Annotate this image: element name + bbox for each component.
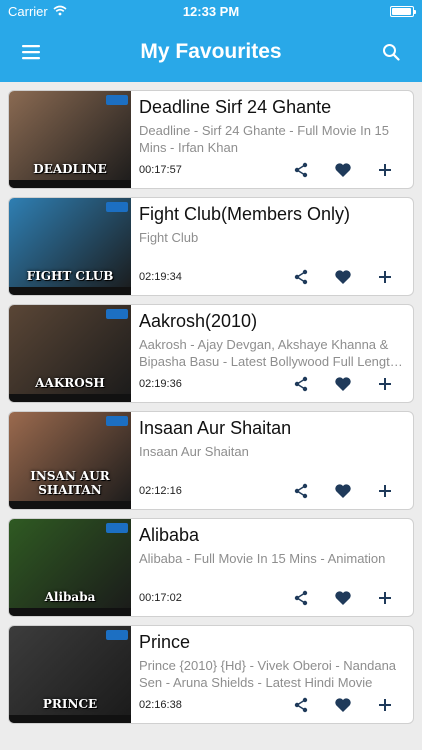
video-thumbnail[interactable]: FIGHT CLUB xyxy=(9,198,131,295)
thumbnail-title: PRINCE xyxy=(42,697,98,711)
item-actions xyxy=(291,374,405,394)
heart-icon[interactable] xyxy=(333,588,353,608)
item-meta: 02:16:38 xyxy=(139,695,405,715)
plus-icon[interactable] xyxy=(375,695,395,715)
hamburger-menu-icon[interactable] xyxy=(16,37,46,67)
list-item[interactable]: PRINCE Prince Prince {2010} {Hd} - Vivek O… xyxy=(8,625,414,724)
item-info: Fight Club(Members Only) Fight Club 02:19:… xyxy=(131,198,413,295)
thumbnail-title: Alibaba xyxy=(44,590,96,604)
share-icon[interactable] xyxy=(291,160,311,180)
thumbnail-bar xyxy=(9,715,131,723)
list-item[interactable]: DEADLINE Deadline Sirf 24 Ghante Deadline … xyxy=(8,90,414,189)
list-item[interactable]: AAKROSH Aakrosh(2010) Aakrosh - Ajay Devga… xyxy=(8,304,414,403)
item-info: Alibaba Alibaba - Full Movie In 15 Mins -… xyxy=(131,519,413,616)
channel-badge-icon xyxy=(106,202,128,212)
plus-icon[interactable] xyxy=(375,588,395,608)
heart-icon[interactable] xyxy=(333,374,353,394)
item-duration: 02:19:34 xyxy=(139,271,182,283)
item-title[interactable]: Alibaba xyxy=(139,524,405,546)
list-item[interactable]: Alibaba Alibaba Alibaba - Full Movie In 15… xyxy=(8,518,414,617)
item-duration: 02:12:16 xyxy=(139,485,182,497)
thumbnail-title: FIGHT CLUB xyxy=(26,269,114,283)
carrier-label: Carrier xyxy=(8,3,48,19)
item-title[interactable]: Prince xyxy=(139,631,405,653)
list-item[interactable]: INSAN AUR SHAITAN Insaan Aur Shaitan Insaa… xyxy=(8,411,414,510)
wifi-icon xyxy=(53,4,67,19)
item-description: Aakrosh - Ajay Devgan, Akshaye Khanna & … xyxy=(139,337,397,369)
video-thumbnail[interactable]: AAKROSH xyxy=(9,305,131,402)
item-description: Alibaba - Full Movie In 15 Mins - Animat… xyxy=(139,551,386,566)
item-title[interactable]: Deadline Sirf 24 Ghante xyxy=(139,96,405,118)
thumbnail-title: AAKROSH xyxy=(35,376,105,390)
share-icon[interactable] xyxy=(291,588,311,608)
favourites-list: DEADLINE Deadline Sirf 24 Ghante Deadline … xyxy=(0,82,422,724)
item-duration: 00:17:57 xyxy=(139,164,182,176)
channel-badge-icon xyxy=(106,416,128,426)
status-left: Carrier xyxy=(8,4,67,19)
item-actions xyxy=(291,160,405,180)
video-thumbnail[interactable]: Alibaba xyxy=(9,519,131,616)
item-info: Insaan Aur Shaitan Insaan Aur Shaitan 02:1… xyxy=(131,412,413,509)
item-actions xyxy=(291,695,405,715)
item-meta: 02:19:36 xyxy=(139,374,405,394)
item-info: Deadline Sirf 24 Ghante Deadline - Sirf 2… xyxy=(131,91,413,188)
page-title: My Favourites xyxy=(140,40,282,63)
share-icon[interactable] xyxy=(291,481,311,501)
video-thumbnail[interactable]: PRINCE xyxy=(9,626,131,723)
channel-badge-icon xyxy=(106,309,128,319)
item-actions xyxy=(291,481,405,501)
item-title[interactable]: Insaan Aur Shaitan xyxy=(139,417,405,439)
status-bar: Carrier 12:33 PM xyxy=(0,0,422,22)
thumbnail-bar xyxy=(9,394,131,402)
item-description: Insaan Aur Shaitan xyxy=(139,444,249,459)
thumbnail-bar xyxy=(9,608,131,616)
item-description: Prince {2010} {Hd} - Vivek Oberoi - Nand… xyxy=(139,658,397,690)
thumbnail-title: INSAN AUR SHAITAN xyxy=(30,469,110,497)
item-meta: 02:12:16 xyxy=(139,481,405,501)
thumbnail-bar xyxy=(9,287,131,295)
list-item[interactable]: FIGHT CLUB Fight Club(Members Only) Fight … xyxy=(8,197,414,296)
item-duration: 02:19:36 xyxy=(139,378,182,390)
item-meta: 00:17:02 xyxy=(139,588,405,608)
item-actions xyxy=(291,588,405,608)
channel-badge-icon xyxy=(106,630,128,640)
heart-icon[interactable] xyxy=(333,267,353,287)
plus-icon[interactable] xyxy=(375,374,395,394)
item-meta: 02:19:34 xyxy=(139,267,405,287)
heart-icon[interactable] xyxy=(333,481,353,501)
item-description: Deadline - Sirf 24 Ghante - Full Movie I… xyxy=(139,123,390,155)
item-duration: 02:16:38 xyxy=(139,699,182,711)
item-info: Prince Prince {2010} {Hd} - Vivek Oberoi … xyxy=(131,626,413,723)
thumbnail-title: DEADLINE xyxy=(33,162,107,176)
battery-icon xyxy=(390,5,416,17)
item-info: Aakrosh(2010) Aakrosh - Ajay Devgan, Aksh… xyxy=(131,305,413,402)
channel-badge-icon xyxy=(106,95,128,105)
item-actions xyxy=(291,267,405,287)
video-thumbnail[interactable]: INSAN AUR SHAITAN xyxy=(9,412,131,509)
plus-icon[interactable] xyxy=(375,267,395,287)
share-icon[interactable] xyxy=(291,695,311,715)
item-title[interactable]: Aakrosh(2010) xyxy=(139,310,405,332)
thumbnail-bar xyxy=(9,501,131,509)
channel-badge-icon xyxy=(106,523,128,533)
share-icon[interactable] xyxy=(291,267,311,287)
item-title[interactable]: Fight Club(Members Only) xyxy=(139,203,405,225)
item-description: Fight Club xyxy=(139,230,199,245)
item-duration: 00:17:02 xyxy=(139,592,182,604)
battery-level xyxy=(392,7,411,15)
search-icon[interactable] xyxy=(376,37,406,67)
heart-icon[interactable] xyxy=(333,160,353,180)
heart-icon[interactable] xyxy=(333,695,353,715)
item-meta: 00:17:57 xyxy=(139,160,405,180)
video-thumbnail[interactable]: DEADLINE xyxy=(9,91,131,188)
thumbnail-bar xyxy=(9,180,131,188)
plus-icon[interactable] xyxy=(375,160,395,180)
share-icon[interactable] xyxy=(291,374,311,394)
plus-icon[interactable] xyxy=(375,481,395,501)
nav-bar: My Favourites xyxy=(0,22,422,82)
